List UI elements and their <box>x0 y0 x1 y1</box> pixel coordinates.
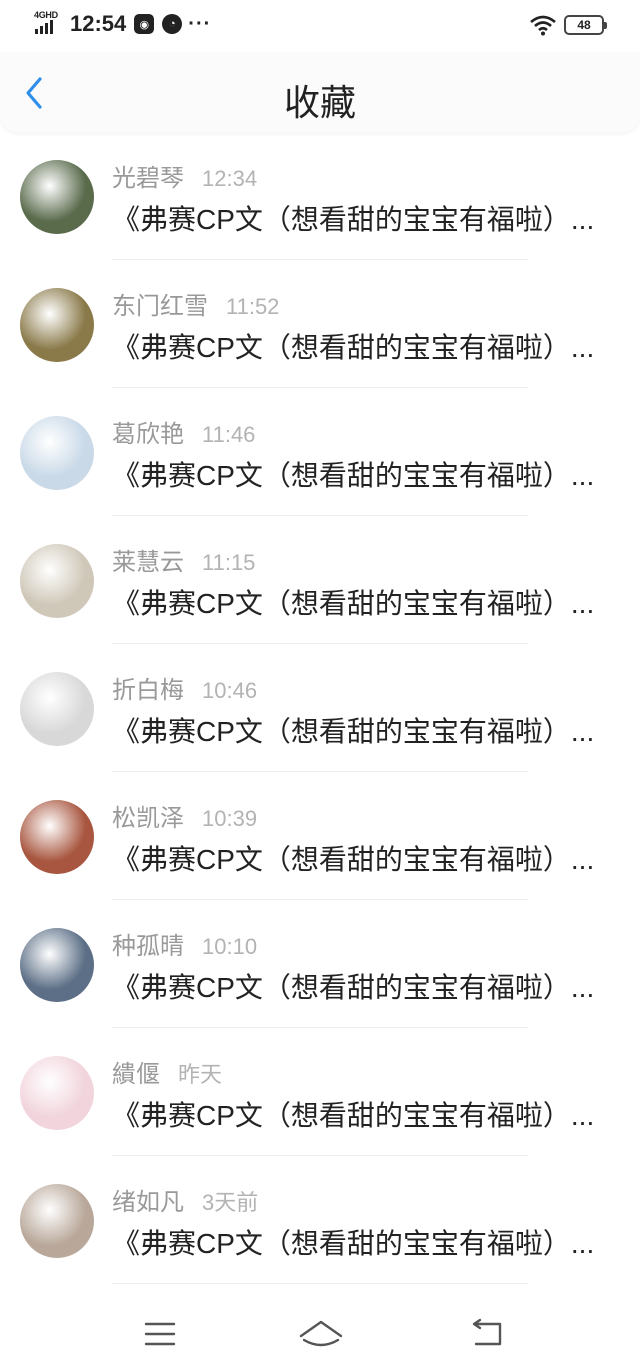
list-item[interactable]: 葛欣艳 11:46 《弗赛CP文（想看甜的宝宝有福啦）... <box>0 388 640 516</box>
avatar[interactable] <box>20 928 94 1002</box>
more-dots-icon: ··· <box>188 12 212 35</box>
status-bar: 4GHD 12:54 ◉ ◔ ··· 48 <box>0 0 640 52</box>
status-left: 4GHD 12:54 ◉ ◔ ··· <box>34 10 211 38</box>
message-preview: 《弗赛CP文（想看甜的宝宝有福啦）... <box>112 204 595 235</box>
avatar[interactable] <box>20 672 94 746</box>
item-meta: 繢偃 昨天 <box>112 1054 222 1089</box>
list-item[interactable]: 折白梅 10:46 《弗赛CP文（想看甜的宝宝有福啦）... <box>0 644 640 772</box>
divider <box>112 1283 528 1284</box>
saved-time: 11:15 <box>202 550 256 575</box>
message-preview: 《弗赛CP文（想看甜的宝宝有福啦）... <box>112 716 595 747</box>
item-meta: 莱慧云 11:15 <box>112 542 255 577</box>
message-preview: 《弗赛CP文（想看甜的宝宝有福啦）... <box>112 1228 595 1259</box>
saved-time: 10:39 <box>202 806 258 831</box>
signal-icon: 4GHD <box>34 10 62 38</box>
qq-notification-icon: ◉ <box>134 14 155 34</box>
sender-name: 种孤晴 <box>112 933 184 960</box>
list-item[interactable]: 绪如凡 3天前《弗赛CP文（想看甜的宝宝有福啦）... <box>0 1156 640 1284</box>
saved-time: 3天前 <box>202 1190 259 1215</box>
list-item[interactable]: 繢偃 昨天《弗赛CP文（想看甜的宝宝有福啦）... <box>0 1028 640 1156</box>
saved-time: 昨天 <box>178 1062 223 1087</box>
sender-name: 葛欣艳 <box>112 421 184 448</box>
message-preview: 《弗赛CP文（想看甜的宝宝有福啦）... <box>112 972 595 1003</box>
home-button[interactable] <box>298 1314 344 1354</box>
system-nav-bar <box>0 1300 640 1372</box>
saved-time: 10:10 <box>202 934 258 959</box>
item-meta: 折白梅 10:46 <box>112 670 257 705</box>
back-nav-button[interactable] <box>468 1314 508 1354</box>
avatar[interactable] <box>20 544 94 618</box>
list-item[interactable]: 种孤晴 10:10 《弗赛CP文（想看甜的宝宝有福啦）... <box>0 900 640 1028</box>
sender-name: 繢偃 <box>112 1061 160 1088</box>
sender-name: 松凯泽 <box>112 805 184 832</box>
menu-icon <box>144 1322 176 1346</box>
wifi-icon <box>530 15 556 36</box>
item-meta: 绪如凡 3天前 <box>112 1182 258 1217</box>
avatar[interactable] <box>20 416 94 490</box>
message-preview: 《弗赛CP文（想看甜的宝宝有福啦）... <box>112 588 595 619</box>
list-item[interactable]: 东门红雪 11:52 《弗赛CP文（想看甜的宝宝有福啦）... <box>0 260 640 388</box>
avatar[interactable] <box>20 288 94 362</box>
status-time: 12:54 <box>70 11 127 36</box>
message-preview: 《弗赛CP文（想看甜的宝宝有福啦）... <box>112 844 595 875</box>
avatar[interactable] <box>20 800 94 874</box>
saved-time: 11:52 <box>226 294 280 319</box>
message-preview: 《弗赛CP文（想看甜的宝宝有福啦）... <box>112 332 595 363</box>
avatar[interactable] <box>20 160 94 234</box>
item-meta: 光碧琴 12:34 <box>112 158 257 193</box>
home-icon <box>299 1320 343 1347</box>
message-preview: 《弗赛CP文（想看甜的宝宝有福啦）... <box>112 460 595 491</box>
status-right: 48 <box>530 14 607 36</box>
item-meta: 东门红雪 11:52 <box>112 286 279 321</box>
list-item[interactable]: 松凯泽 10:39 《弗赛CP文（想看甜的宝宝有福啦）... <box>0 772 640 900</box>
network-type: 4GHD <box>34 10 58 20</box>
battery-level: 48 <box>577 18 591 32</box>
item-meta: 种孤晴 10:10 <box>112 926 257 961</box>
battery-icon: 48 <box>564 15 607 35</box>
sender-name: 折白梅 <box>112 677 184 704</box>
saved-time: 11:46 <box>202 422 256 447</box>
list-item[interactable]: 莱慧云 11:15 《弗赛CP文（想看甜的宝宝有福啦）... <box>0 516 640 644</box>
list-item[interactable]: 光碧琴 12:34 《弗赛CP文（想看甜的宝宝有福啦）... <box>0 132 640 260</box>
sender-name: 莱慧云 <box>112 549 184 576</box>
avatar[interactable] <box>20 1184 94 1258</box>
saved-time: 10:46 <box>202 678 258 703</box>
item-meta: 葛欣艳 11:46 <box>112 414 255 449</box>
saved-time: 12:34 <box>202 166 258 191</box>
sender-name: 绪如凡 <box>112 1189 184 1216</box>
favorites-list: 光碧琴 12:34 《弗赛CP文（想看甜的宝宝有福啦）... 东门红雪 11:52 《弗赛… <box>0 132 640 1284</box>
menu-button[interactable] <box>140 1314 180 1354</box>
app-header: 收藏 <box>0 52 640 132</box>
item-meta: 松凯泽 10:39 <box>112 798 257 833</box>
message-preview: 《弗赛CP文（想看甜的宝宝有福啦）... <box>112 1100 595 1131</box>
sender-name: 光碧琴 <box>112 165 184 192</box>
app-notification-icon: ◔ <box>162 14 183 34</box>
avatar[interactable] <box>20 1056 94 1130</box>
page-title: 收藏 <box>283 82 356 123</box>
back-icon <box>472 1318 502 1346</box>
sender-name: 东门红雪 <box>112 293 208 320</box>
